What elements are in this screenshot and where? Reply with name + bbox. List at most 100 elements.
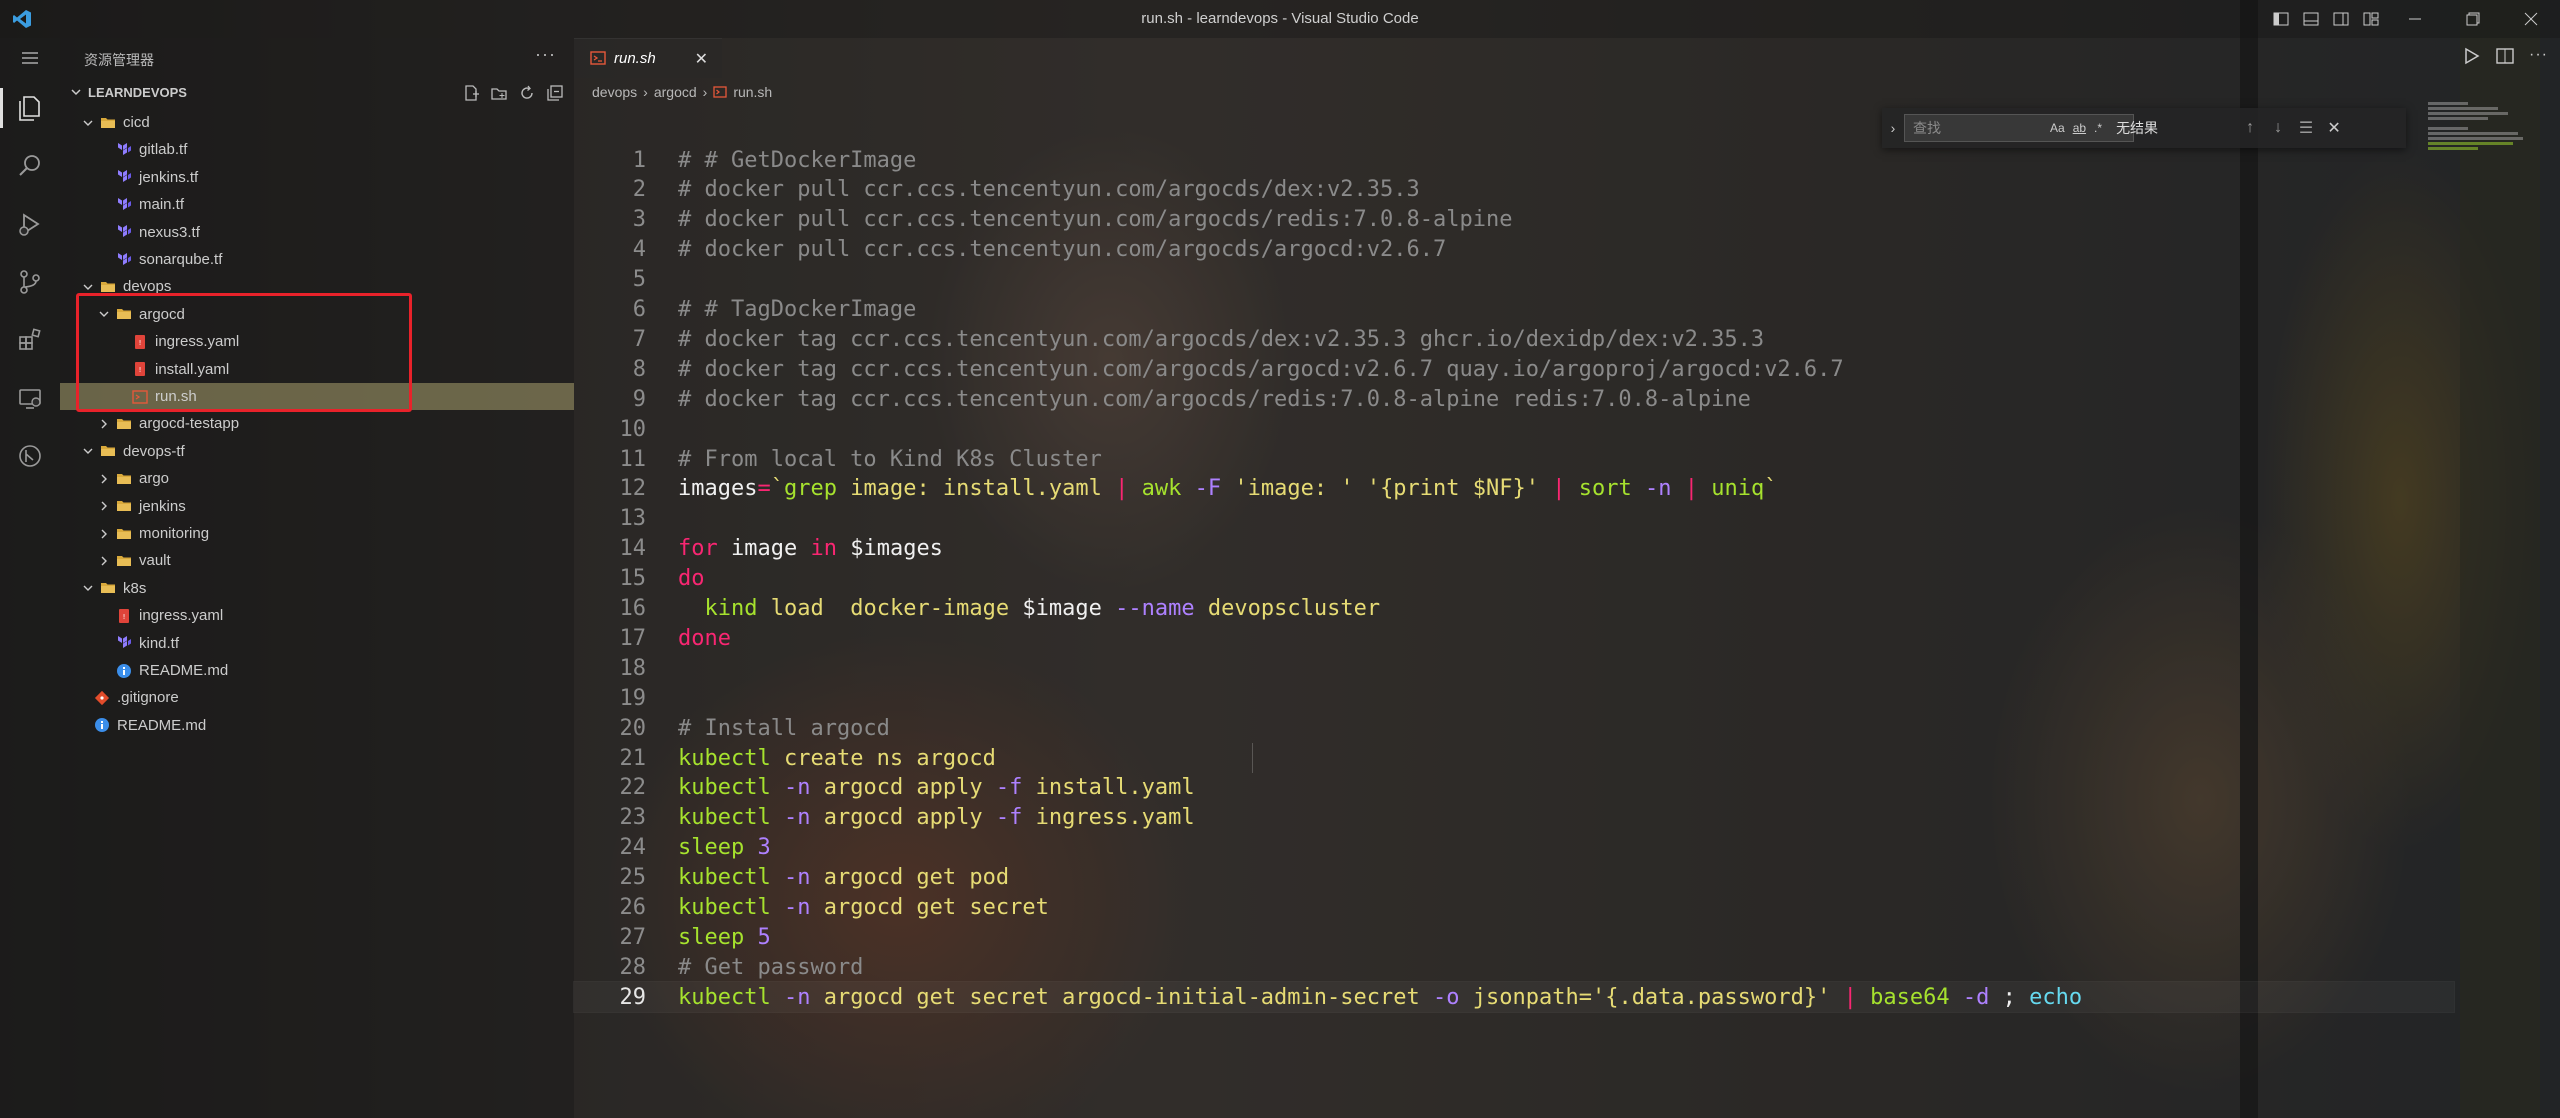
code-line[interactable]: 6 # # TagDockerImage: [574, 295, 2454, 325]
match-case-icon[interactable]: Aa: [2050, 121, 2065, 135]
code-line[interactable]: 23 kubectl -n argocd apply -f ingress.yam…: [574, 803, 2454, 833]
refresh-icon[interactable]: [516, 82, 538, 104]
collapse-all-icon[interactable]: [544, 82, 566, 104]
code-line[interactable]: 22 kubectl -n argocd apply -f install.yam…: [574, 773, 2454, 803]
toggle-panel-icon[interactable]: [2298, 6, 2324, 32]
code-line[interactable]: 24 sleep 3: [574, 833, 2454, 863]
file-item[interactable]: kind.tf: [60, 630, 574, 657]
workspace-section-header[interactable]: LEARNDEVOPS: [68, 84, 187, 100]
code-line[interactable]: 16 kind load docker-image $image --name …: [574, 594, 2454, 624]
close-find-icon[interactable]: ✕: [2320, 118, 2348, 138]
folder-item[interactable]: argo: [60, 465, 574, 492]
folder-item[interactable]: argocd-testapp: [60, 410, 574, 437]
code-line[interactable]: 15 do: [574, 564, 2454, 594]
tree-item-label: jenkins: [139, 497, 186, 515]
close-window-button[interactable]: [2502, 0, 2560, 38]
arrow-up-icon[interactable]: ↑: [2236, 119, 2264, 137]
file-item[interactable]: nexus3.tf: [60, 219, 574, 246]
file-item[interactable]: .gitignore: [60, 684, 574, 711]
svg-text:!: !: [123, 613, 126, 621]
code-line[interactable]: 19: [574, 683, 2454, 713]
folder-item[interactable]: jenkins: [60, 493, 574, 520]
search-icon[interactable]: [0, 138, 60, 194]
code-token: # Install argocd: [678, 715, 890, 741]
file-item[interactable]: ! ingress.yaml: [60, 602, 574, 629]
code-line[interactable]: 25 kubectl -n argocd get pod: [574, 863, 2454, 893]
source-control-icon[interactable]: [0, 254, 60, 310]
tree-item-label: monitoring: [139, 525, 210, 542]
file-item[interactable]: README.md: [60, 712, 574, 739]
code-line[interactable]: 11 # From local to Kind K8s Cluster: [574, 444, 2454, 474]
minimap[interactable]: [2428, 100, 2560, 180]
code-line[interactable]: 14 for image in $images: [574, 534, 2454, 564]
breadcrumb-item[interactable]: argocd: [654, 84, 697, 100]
split-editor-icon[interactable]: [2495, 46, 2515, 71]
breadcrumb-item[interactable]: run.sh: [733, 84, 772, 100]
code-line[interactable]: 8 # docker tag ccr.ccs.tencentyun.com/arg…: [574, 354, 2454, 384]
more-actions-icon[interactable]: ···: [535, 44, 556, 65]
folder-item[interactable]: devops-tf: [60, 438, 574, 465]
arrow-down-icon[interactable]: ↓: [2264, 119, 2292, 137]
run-icon[interactable]: [2461, 46, 2481, 71]
use-regex-icon[interactable]: .*: [2094, 121, 2102, 135]
window-title: run.sh - learndevops - Visual Studio Cod…: [1141, 10, 1419, 27]
code-line[interactable]: 28 # Get password: [574, 952, 2454, 982]
file-item[interactable]: README.md: [60, 657, 574, 684]
code-token: # docker tag ccr.ccs.tencentyun.com/argo…: [678, 326, 1765, 352]
code-line[interactable]: 12 images=`grep image: install.yaml | awk…: [574, 474, 2454, 504]
code-line[interactable]: 17 done: [574, 623, 2454, 653]
tab-run-sh[interactable]: run.sh ✕: [574, 38, 722, 78]
new-file-icon[interactable]: [460, 82, 482, 104]
code-line[interactable]: 1 # # GetDockerImage: [574, 145, 2454, 175]
code-token: # docker tag ccr.ccs.tencentyun.com/argo…: [678, 386, 1751, 412]
code-line[interactable]: 2 # docker pull ccr.ccs.tencentyun.com/ar…: [574, 175, 2454, 205]
file-item[interactable]: main.tf: [60, 191, 574, 218]
code-editor[interactable]: 1 # # GetDockerImage 2 # docker pull ccr.cc…: [573, 145, 2455, 1045]
explorer-icon[interactable]: [0, 80, 60, 136]
minimize-button[interactable]: [2386, 0, 2444, 38]
code-text: kubectl -n argocd get secret argocd-init…: [678, 985, 2082, 1010]
toggle-secondary-sidebar-icon[interactable]: [2328, 6, 2354, 32]
new-folder-icon[interactable]: [488, 82, 510, 104]
run-debug-icon[interactable]: [0, 196, 60, 252]
breadcrumb-item[interactable]: devops: [592, 84, 637, 100]
code-token: sleep: [678, 835, 745, 861]
folder-item[interactable]: cicd: [60, 109, 574, 136]
menu-icon[interactable]: [0, 38, 60, 78]
line-number: 20: [619, 715, 647, 741]
folder-item[interactable]: monitoring: [60, 520, 574, 547]
restore-button[interactable]: [2444, 0, 2502, 38]
code-line[interactable]: 4 # docker pull ccr.ccs.tencentyun.com/ar…: [574, 235, 2454, 265]
code-line[interactable]: 5: [574, 265, 2454, 295]
remote-explorer-icon[interactable]: [0, 370, 60, 426]
code-line[interactable]: 10: [574, 414, 2454, 444]
git-graph-icon[interactable]: [0, 428, 60, 484]
file-item[interactable]: sonarqube.tf: [60, 246, 574, 273]
code-line[interactable]: 18: [574, 653, 2454, 683]
find-in-selection-icon[interactable]: ☰: [2292, 118, 2320, 138]
code-line[interactable]: 26 kubectl -n argocd get secret: [574, 893, 2454, 923]
close-tab-icon[interactable]: ✕: [695, 49, 708, 69]
customize-layout-icon[interactable]: [2358, 6, 2384, 32]
code-line[interactable]: 7 # docker tag ccr.ccs.tencentyun.com/arg…: [574, 324, 2454, 354]
folder-item[interactable]: k8s: [60, 575, 574, 602]
code-line[interactable]: 21 kubectl create ns argocd: [574, 743, 2454, 773]
code-line[interactable]: 29 kubectl -n argocd get secret argocd-in…: [573, 981, 2455, 1014]
toggle-replace-icon[interactable]: ›: [1882, 120, 1904, 136]
file-item[interactable]: gitlab.tf: [60, 136, 574, 163]
toggle-primary-sidebar-icon[interactable]: [2268, 6, 2294, 32]
file-item[interactable]: jenkins.tf: [60, 164, 574, 191]
explorer-toolbar: [460, 82, 566, 104]
folder-item[interactable]: vault: [60, 547, 574, 574]
code-line[interactable]: 9 # docker tag ccr.ccs.tencentyun.com/arg…: [574, 384, 2454, 414]
more-actions-icon[interactable]: ···: [2529, 46, 2548, 71]
code-line[interactable]: 20 # Install argocd: [574, 713, 2454, 743]
code-token: # # GetDockerImage: [678, 147, 917, 173]
code-line[interactable]: 3 # docker pull ccr.ccs.tencentyun.com/ar…: [574, 205, 2454, 235]
extensions-icon[interactable]: [0, 312, 60, 368]
match-whole-word-icon[interactable]: ab: [2073, 121, 2086, 135]
code-line[interactable]: 27 sleep 5: [574, 922, 2454, 952]
code-line[interactable]: 13: [574, 504, 2454, 534]
